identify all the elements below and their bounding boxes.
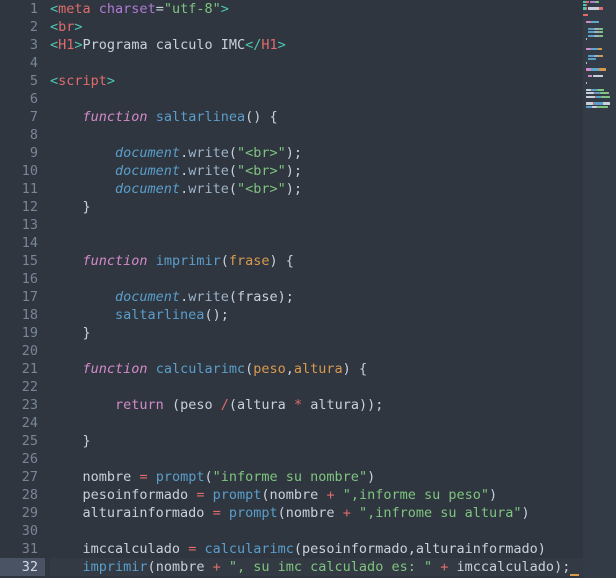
line-number: 25	[21, 433, 38, 449]
code-line[interactable]: function imprimir(frase) {	[50, 252, 616, 270]
line-number: 7	[29, 109, 38, 125]
line-number: 16	[21, 271, 38, 287]
code-line[interactable]: saltarlinea();	[50, 306, 616, 324]
code-line[interactable]	[50, 414, 616, 432]
code-line[interactable]: document.write("<br>");	[50, 162, 616, 180]
line-number: 8	[29, 127, 38, 143]
minimap[interactable]	[583, 0, 616, 578]
code-line[interactable]	[50, 378, 616, 396]
code-line[interactable]: return (peso /(altura * altura));	[50, 396, 616, 414]
code-line[interactable]	[50, 522, 616, 540]
code-line[interactable]: document.write(frase);	[50, 288, 616, 306]
line-number: 2	[29, 19, 38, 35]
line-number: 1	[29, 1, 38, 17]
line-number: 20	[21, 343, 38, 359]
code-line[interactable]: <H1>Programa calculo IMC</H1>	[50, 36, 616, 54]
line-number: 22	[21, 379, 38, 395]
line-number: 12	[21, 199, 38, 215]
code-line[interactable]: }	[50, 324, 616, 342]
code-text[interactable]: <meta charset="utf-8"> <br> <H1>Programa c…	[45, 0, 616, 576]
line-number: 5	[29, 73, 38, 89]
line-number: 6	[29, 91, 38, 107]
line-number: 23	[21, 397, 38, 413]
code-editor[interactable]: 1 2 3 4 5 6 7 8 9 10 11 12 13 14 15 16 17 18 19 20 21 22 23 24 2…	[0, 0, 616, 578]
code-line[interactable]: }	[50, 432, 616, 450]
code-line[interactable]: <script>	[50, 72, 616, 90]
line-number: 24	[21, 415, 38, 431]
code-line[interactable]	[50, 450, 616, 468]
code-line[interactable]: document.write("<br>");	[50, 144, 616, 162]
code-line[interactable]: }	[50, 198, 616, 216]
code-line[interactable]	[50, 216, 616, 234]
code-content-area[interactable]: <meta charset="utf-8"> <br> <H1>Programa c…	[45, 0, 616, 578]
line-number: 13	[21, 217, 38, 233]
line-number: 27	[21, 469, 38, 485]
code-line[interactable]: pesoinformado = prompt(nombre + ",inform…	[50, 486, 616, 504]
line-number: 26	[21, 451, 38, 467]
code-line[interactable]: nombre = prompt("informe su nombre")	[50, 468, 616, 486]
code-line[interactable]: alturainformado = prompt(nombre + ",infr…	[50, 504, 616, 522]
text-cursor	[569, 574, 579, 576]
code-line[interactable]	[50, 270, 616, 288]
minimap-token	[597, 105, 608, 108]
line-number: 11	[21, 181, 38, 197]
line-number: 10	[21, 163, 38, 179]
code-line[interactable]: document.write("<br>");	[50, 180, 616, 198]
code-line[interactable]: function saltarlinea() {	[50, 108, 616, 126]
line-number: 19	[21, 325, 38, 341]
minimap-line	[583, 105, 616, 108]
line-number: 4	[29, 55, 38, 71]
line-number: 28	[21, 487, 38, 503]
line-number: 14	[21, 235, 38, 251]
line-number: 17	[21, 289, 38, 305]
code-line[interactable]	[50, 342, 616, 360]
line-number-gutter: 1 2 3 4 5 6 7 8 9 10 11 12 13 14 15 16 17 18 19 20 21 22 23 24 2…	[0, 0, 45, 578]
line-number: 30	[21, 523, 38, 539]
line-number: 18	[21, 307, 38, 323]
line-number: 21	[21, 361, 38, 377]
code-line[interactable]	[50, 234, 616, 252]
line-number: 31	[21, 541, 38, 557]
line-number: 32	[0, 558, 45, 576]
code-line[interactable]	[50, 126, 616, 144]
line-number: 15	[21, 253, 38, 269]
code-line[interactable]	[50, 54, 616, 72]
line-number: 29	[21, 505, 38, 521]
minimap-token	[585, 105, 593, 108]
code-line[interactable]: imccalculado = calcularimc(pesoinformado…	[50, 540, 616, 558]
code-line[interactable]: <meta charset="utf-8">	[50, 0, 616, 18]
code-line[interactable]	[50, 90, 616, 108]
line-number: 9	[29, 145, 38, 161]
line-number: 3	[29, 37, 38, 53]
code-line[interactable]: function calcularimc(peso,altura) {	[50, 360, 616, 378]
code-line[interactable]: <br>	[50, 18, 616, 36]
code-line[interactable]: imprimir(nombre + ", su imc calculado es…	[50, 558, 616, 576]
